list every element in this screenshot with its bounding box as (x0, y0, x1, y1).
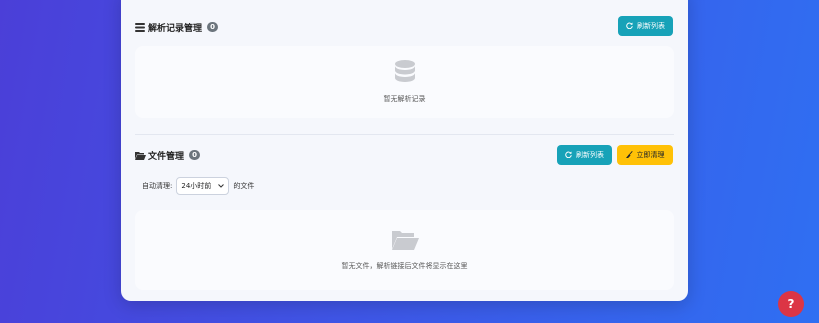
folder-open-icon (135, 151, 146, 160)
files-refresh-label: 刷新列表 (576, 151, 604, 159)
refresh-icon (565, 151, 572, 160)
auto-cleanup-select-value: 24小时前 (181, 182, 212, 190)
section-divider (135, 134, 674, 135)
help-button[interactable]: ? (778, 291, 804, 317)
records-refresh-button[interactable]: 刷新列表 (618, 16, 673, 36)
files-title: 文件管理 0 (135, 149, 201, 162)
help-label: ? (787, 297, 795, 311)
files-empty-state: 暂无文件，解析链接后文件将显示在这里 (135, 210, 674, 290)
files-count-badge: 0 (189, 150, 201, 160)
auto-cleanup-row: 自动清理: 24小时前 的文件 (142, 177, 254, 195)
main-card: 解析记录管理 0 刷新列表 暂无解析记录 文件管理 0 刷新列表 立即清理 自动… (121, 0, 688, 301)
files-clean-button[interactable]: 立即清理 (617, 145, 673, 165)
folder-icon (391, 229, 419, 255)
list-icon (135, 22, 145, 32)
auto-cleanup-label: 自动清理: (142, 182, 173, 190)
records-empty-text: 暂无解析记录 (383, 95, 426, 103)
files-title-text: 文件管理 (148, 151, 185, 162)
records-header: 解析记录管理 0 (135, 16, 674, 38)
chevron-down-icon (218, 182, 225, 190)
records-count-badge: 0 (207, 22, 219, 32)
files-empty-text: 暂无文件，解析链接后文件将显示在这里 (341, 262, 468, 270)
files-refresh-button[interactable]: 刷新列表 (557, 145, 612, 165)
auto-cleanup-select[interactable]: 24小时前 (176, 177, 230, 195)
records-empty-state: 暂无解析记录 (135, 46, 674, 118)
records-title-text: 解析记录管理 (148, 23, 203, 34)
files-clean-label: 立即清理 (636, 151, 665, 159)
broom-icon (625, 150, 633, 160)
auto-cleanup-suffix: 的文件 (233, 182, 255, 190)
database-icon (394, 60, 415, 88)
records-title: 解析记录管理 0 (135, 21, 219, 34)
refresh-icon (626, 22, 633, 31)
records-refresh-label: 刷新列表 (637, 22, 665, 30)
